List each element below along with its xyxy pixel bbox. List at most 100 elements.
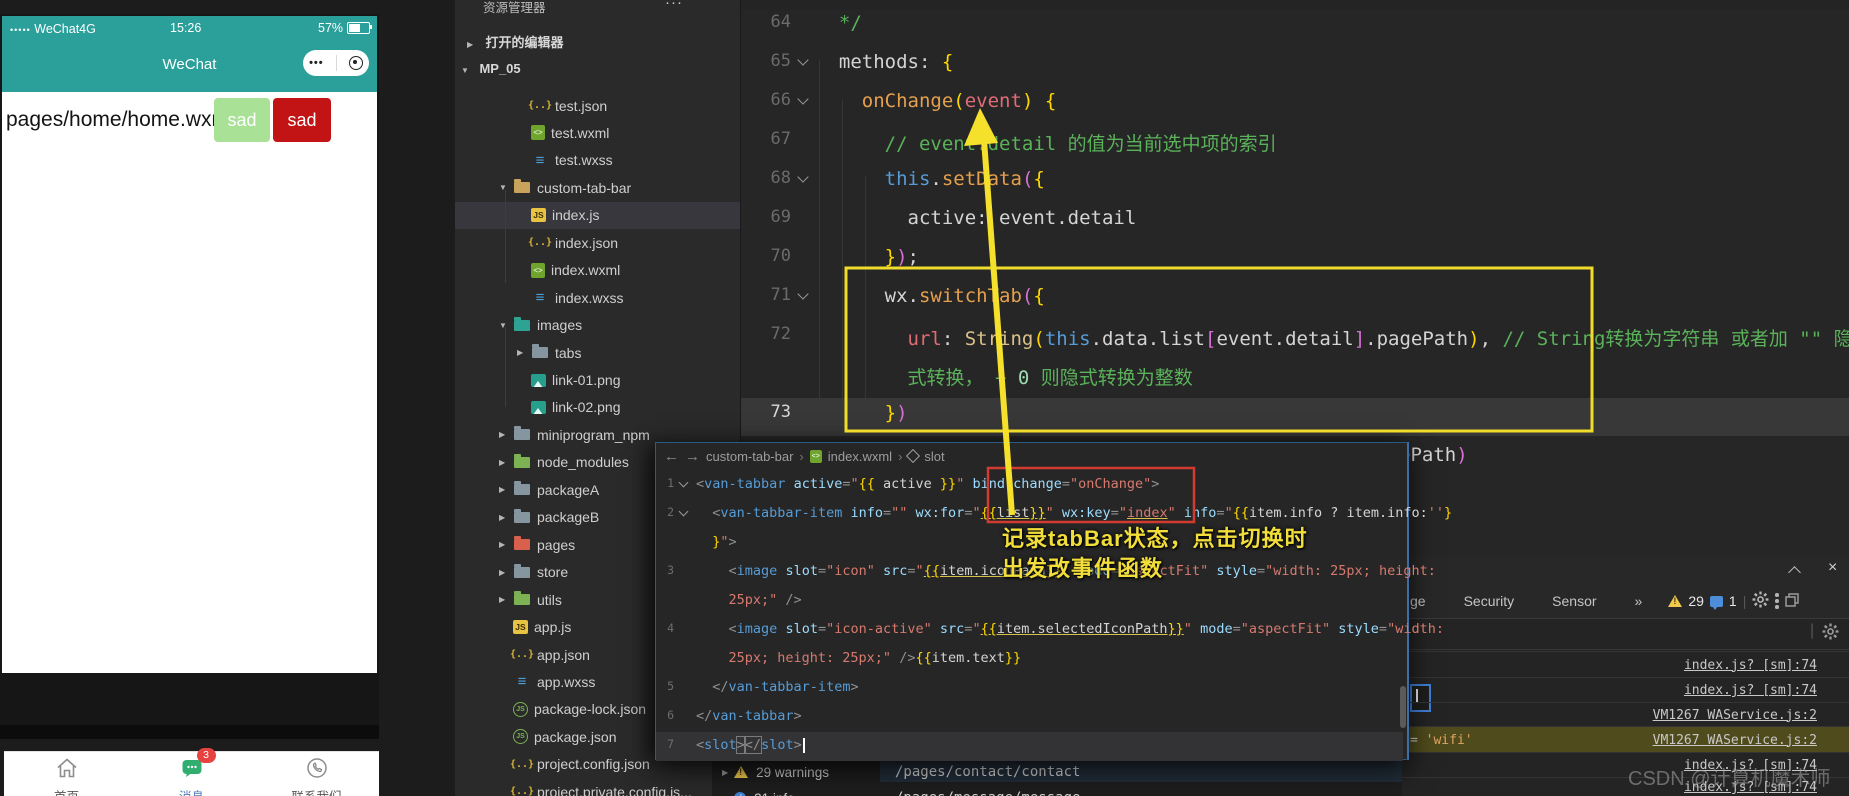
breadcrumb-item[interactable]: custom-tab-bar [706, 449, 793, 464]
code-line-wrap[interactable]: 式转换， + 0 则隐式转换为整数 [741, 363, 1849, 402]
more-actions-icon[interactable]: ··· [665, 0, 683, 11]
devtools-tab-ge[interactable]: ge [1410, 593, 1426, 609]
panel-code-line-wrap[interactable]: 25px; height: 25px;" />{{item.text}} [656, 650, 1405, 679]
js-file-icon: JS [531, 208, 546, 222]
img-file-icon [531, 401, 546, 414]
file-name: tabs [555, 345, 581, 361]
code-line-72[interactable]: 72 url: String(this.data.list[event.deta… [741, 324, 1849, 363]
issues-count: 1 [1729, 593, 1737, 609]
chevron-right-icon: ▶ [499, 568, 513, 577]
panel-scrollbar[interactable] [1400, 686, 1406, 728]
line-number: 73 [741, 402, 791, 422]
annotation-note-line1: 记录tabBar状态，点击切换时 [1002, 521, 1308, 553]
line-number: 72 [741, 324, 791, 344]
json-file-icon: {..} [513, 647, 531, 663]
wxml-file-icon: <> [531, 263, 545, 278]
file-name: index.wxml [551, 262, 620, 278]
gear-icon[interactable] [1752, 591, 1769, 611]
fold-chevron-icon[interactable] [797, 288, 808, 299]
code-line-69[interactable]: 69 active: event.detail [741, 207, 1849, 246]
watermark: CSDN @计算机魔术师 [1628, 762, 1831, 791]
signal-icon: ••••• WeChat4G [10, 22, 96, 36]
code-line-65[interactable]: 65 methods: { [741, 51, 1849, 90]
console-source-link[interactable]: index.js? [sm]:74 [1684, 658, 1817, 673]
problem-file-path[interactable]: /pages/message/message [895, 790, 1080, 796]
panel-code-line-5[interactable]: 5 </van-tabbar-item> [656, 679, 1405, 708]
chevron-down-icon: ▼ [499, 321, 513, 330]
file-name: test.json [555, 98, 607, 114]
more-icon[interactable]: ••• [309, 57, 324, 69]
project-root-item[interactable]: ▼ MP_05 [461, 60, 521, 78]
panel-code-line-wrap[interactable]: 25px;" /> [656, 592, 1405, 621]
panel-code-line-4[interactable]: 4 <image slot="icon-active" src="{{item.… [656, 621, 1405, 650]
devtools-tab-Security[interactable]: Security [1464, 593, 1515, 609]
breadcrumb-item[interactable]: index.wxml [828, 449, 892, 464]
console-source-link[interactable]: index.js? [sm]:74 [1684, 683, 1817, 698]
phone-tab-1[interactable]: 首页 [4, 752, 129, 796]
battery-indicator: 57% [318, 21, 370, 35]
home-icon [55, 756, 79, 785]
phone-tab-3[interactable]: 联系我们 [254, 752, 379, 796]
json-file-icon: {..} [531, 235, 549, 251]
line-number: 69 [741, 207, 791, 227]
code-fragment-pagepath: ePath) [1399, 444, 1468, 466]
open-editors-section[interactable]: ▶ 打开的编辑器 [467, 32, 563, 52]
file-name: index.wxss [555, 290, 623, 306]
panel-code-line-7[interactable]: 7<slot></slot> [656, 737, 1405, 766]
chevron-right-icon: ▶ [499, 595, 513, 604]
code-line-71[interactable]: 71 wx.switchTab({ [741, 285, 1849, 324]
kebab-menu-icon[interactable] [1775, 591, 1779, 612]
problem-file-path[interactable]: /pages/contact/contact [895, 764, 1080, 780]
symbol-icon [906, 449, 920, 463]
battery-percent: 57% [318, 21, 343, 35]
editor-top-cut-strip [741, 0, 1849, 10]
file-name: packageA [537, 482, 599, 498]
warning-icon[interactable] [1668, 595, 1682, 607]
line-number: 3 [656, 563, 674, 577]
issues-icon[interactable] [1710, 596, 1723, 607]
code-line-73[interactable]: 73 }) [741, 402, 1849, 441]
close-icon[interactable]: × [1828, 559, 1837, 577]
code-line-70[interactable]: 70 }); [741, 246, 1849, 285]
sad-button-1[interactable]: sad [214, 98, 270, 142]
close-target-icon[interactable] [349, 56, 363, 70]
fold-chevron-icon[interactable] [679, 507, 689, 517]
fold-chevron-icon[interactable] [797, 54, 808, 65]
console-row: index.js? [sm]:74 [1402, 651, 1849, 678]
warning-count: 29 [1688, 593, 1704, 609]
file-name: utils [537, 592, 562, 608]
console-source-link[interactable]: VM1267 WAService.js:2 [1653, 733, 1817, 748]
fold-chevron-icon[interactable] [797, 171, 808, 182]
folder-file-icon [513, 482, 531, 498]
line-number: 4 [656, 621, 674, 635]
collapse-icon[interactable] [1788, 566, 1801, 579]
fold-chevron-icon[interactable] [679, 478, 689, 488]
line-number: 7 [656, 737, 674, 751]
panel-code-line-1[interactable]: 1<van-tabbar active="{{ active }}" bind:… [656, 476, 1405, 505]
phone-tab-2[interactable]: 3消息 [129, 752, 254, 796]
dock-icon[interactable] [1785, 593, 1799, 610]
code-line-64[interactable]: 64 */ [741, 12, 1849, 51]
capsule-menu[interactable]: ••• [303, 50, 369, 76]
code-line-67[interactable]: 67 // event.detail 的值为当前选中项的索引 [741, 129, 1849, 168]
phone-icon [305, 756, 329, 785]
phone-frame-bottom [0, 725, 379, 739]
sad-button-2[interactable]: sad [273, 98, 331, 142]
folder-file-icon [513, 592, 531, 608]
folder-file-icon [513, 180, 531, 196]
forward-icon[interactable]: → [685, 448, 700, 465]
code-line-66[interactable]: 66 onChange(event) { [741, 90, 1849, 129]
warning-icon [734, 766, 748, 778]
wxml-editor-popup[interactable]: ← → custom-tab-bar›<>index.wxml›slot 1<v… [655, 442, 1409, 760]
fold-chevron-icon[interactable] [797, 93, 808, 104]
problems-row-info[interactable]: ▶i21 info/pages/message/message [712, 786, 1402, 796]
console-source-link[interactable]: VM1267 WAService.js:2 [1653, 708, 1817, 723]
console-row: index.js? [sm]:74 [1402, 677, 1849, 703]
line-number: 65 [741, 51, 791, 71]
breadcrumb-item[interactable]: slot [924, 449, 944, 464]
back-icon[interactable]: ← [664, 448, 679, 465]
devtools-tab-Sensor[interactable]: Sensor [1552, 593, 1596, 609]
gear-icon[interactable] [1822, 623, 1839, 645]
code-line-68[interactable]: 68 this.setData({ [741, 168, 1849, 207]
devtools-tab-»[interactable]: » [1635, 593, 1643, 609]
